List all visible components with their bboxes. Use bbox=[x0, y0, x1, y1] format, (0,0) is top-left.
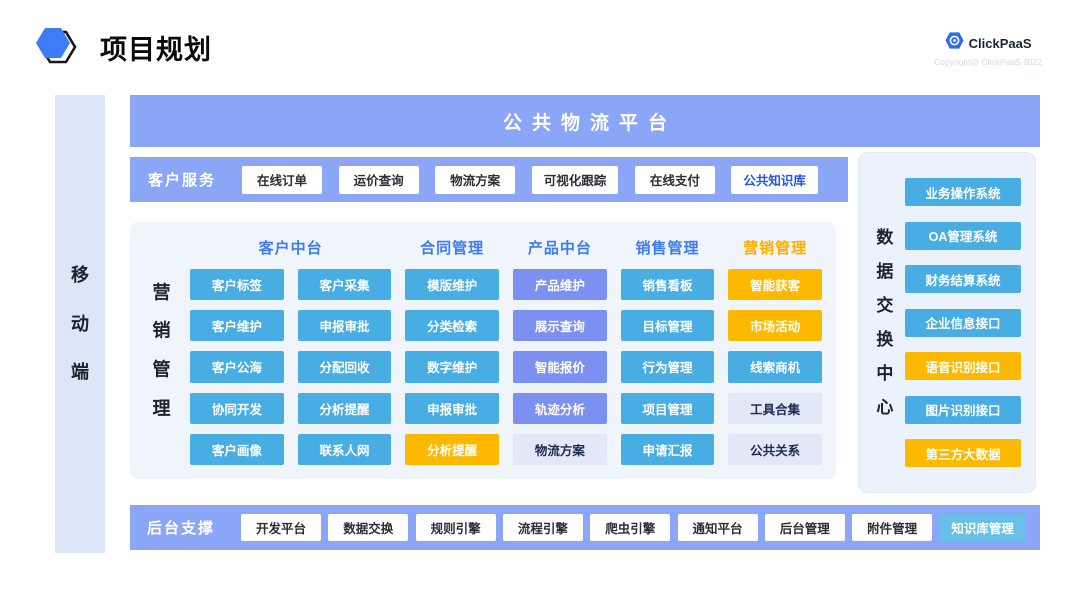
exchange-button[interactable]: 企业信息接口 bbox=[905, 309, 1021, 337]
module-cell[interactable]: 客户维护 bbox=[190, 310, 284, 341]
exchange-button[interactable]: 第三方大数据 bbox=[905, 439, 1021, 467]
customer-service-label: 客户服务 bbox=[148, 169, 216, 190]
customer-service-bar: 客户服务 在线订单 运价查询 物流方案 可视化跟踪 在线支付 公共知识库 bbox=[130, 157, 848, 202]
column-header: 客户中台 bbox=[190, 235, 391, 259]
module-cell[interactable]: 行为管理 bbox=[621, 351, 715, 382]
column-header: 销售管理 bbox=[621, 235, 715, 259]
mobile-rail: 移动端 bbox=[55, 95, 105, 553]
brand-name: ClickPaaS bbox=[969, 36, 1032, 51]
customer-service-button[interactable]: 可视化跟踪 bbox=[532, 166, 619, 194]
data-exchange-panel: 数据交换中心 业务操作系统 OA管理系统 财务结算系统 企业信息接口 语音识别接… bbox=[858, 152, 1036, 493]
exchange-button[interactable]: 业务操作系统 bbox=[905, 178, 1021, 206]
module-cell[interactable]: 分析提醒 bbox=[405, 434, 499, 465]
column-header: 合同管理 bbox=[405, 235, 499, 259]
module-cell[interactable]: 客户标签 bbox=[190, 269, 284, 300]
customer-service-button[interactable]: 物流方案 bbox=[435, 166, 515, 194]
page-title: 项目规划 bbox=[100, 28, 212, 67]
backend-button[interactable]: 后台管理 bbox=[765, 514, 845, 541]
module-cell[interactable]: 分类检索 bbox=[405, 310, 499, 341]
banner-title: 公共物流平台 bbox=[493, 108, 677, 135]
page: 项目规划 ClickPaaS Copyright@ ClickPaaS 2022… bbox=[0, 0, 1080, 608]
logistics-platform-banner: 公共物流平台 bbox=[130, 95, 1040, 147]
module-cell[interactable]: 协同开发 bbox=[190, 393, 284, 424]
module-cell[interactable]: 目标管理 bbox=[621, 310, 715, 341]
module-cell[interactable]: 产品维护 bbox=[513, 269, 607, 300]
module-cell[interactable]: 模版维护 bbox=[405, 269, 499, 300]
backend-support-label: 后台支撑 bbox=[147, 517, 215, 538]
exchange-button[interactable]: OA管理系统 bbox=[905, 222, 1021, 250]
module-cell[interactable]: 客户公海 bbox=[190, 351, 284, 382]
module-cell[interactable]: 分配回收 bbox=[298, 351, 392, 382]
backend-button-knowledge-management[interactable]: 知识库管理 bbox=[939, 514, 1026, 541]
module-cell[interactable]: 数字维护 bbox=[405, 351, 499, 382]
backend-support-buttons: 开发平台 数据交换 规则引擎 流程引擎 爬虫引擎 通知平台 后台管理 附件管理 … bbox=[241, 514, 1026, 541]
copyright-text: Copyright@ ClickPaaS 2022 bbox=[934, 57, 1042, 67]
module-cell[interactable]: 公共关系 bbox=[728, 434, 822, 465]
customer-service-buttons: 在线订单 运价查询 物流方案 可视化跟踪 在线支付 公共知识库 bbox=[242, 166, 818, 194]
customer-service-button[interactable]: 运价查询 bbox=[339, 166, 419, 194]
module-cell[interactable]: 申请汇报 bbox=[621, 434, 715, 465]
module-cell[interactable]: 线索商机 bbox=[728, 351, 822, 382]
marketing-side-label: 营销管理 bbox=[152, 273, 171, 428]
module-cell[interactable]: 销售看板 bbox=[621, 269, 715, 300]
data-exchange-label: 数据交换中心 bbox=[876, 221, 894, 425]
module-cell[interactable]: 联系人网 bbox=[298, 434, 392, 465]
backend-button[interactable]: 开发平台 bbox=[241, 514, 321, 541]
backend-button[interactable]: 通知平台 bbox=[678, 514, 758, 541]
hexagon-logo-icon bbox=[33, 22, 83, 72]
module-cell[interactable]: 智能获客 bbox=[728, 269, 822, 300]
module-cell[interactable]: 市场活动 bbox=[728, 310, 822, 341]
module-cell[interactable]: 客户画像 bbox=[190, 434, 284, 465]
marketing-management-panel: 营销管理 客户中台 合同管理 产品中台 销售管理 营销管理 客户标签 客户采集 … bbox=[130, 222, 836, 479]
exchange-button[interactable]: 语音识别接口 bbox=[905, 352, 1021, 380]
backend-button[interactable]: 流程引擎 bbox=[503, 514, 583, 541]
customer-service-button-knowledge-base[interactable]: 公共知识库 bbox=[731, 166, 818, 194]
backend-button[interactable]: 数据交换 bbox=[328, 514, 408, 541]
customer-service-button[interactable]: 在线支付 bbox=[635, 166, 715, 194]
clickpaas-logo-icon bbox=[945, 31, 964, 55]
module-grid: 客户中台 合同管理 产品中台 销售管理 营销管理 客户标签 客户采集 模版维护 … bbox=[190, 235, 822, 465]
module-cell[interactable]: 工具合集 bbox=[728, 393, 822, 424]
module-cell[interactable]: 智能报价 bbox=[513, 351, 607, 382]
exchange-button[interactable]: 图片识别接口 bbox=[905, 396, 1021, 424]
module-cell[interactable]: 展示查询 bbox=[513, 310, 607, 341]
module-cell[interactable]: 分析提醒 bbox=[298, 393, 392, 424]
module-cell[interactable]: 申报审批 bbox=[405, 393, 499, 424]
column-header: 营销管理 bbox=[728, 235, 822, 259]
exchange-button[interactable]: 财务结算系统 bbox=[905, 265, 1021, 293]
customer-service-button[interactable]: 在线订单 bbox=[242, 166, 322, 194]
brand-block: ClickPaaS Copyright@ ClickPaaS 2022 bbox=[934, 31, 1042, 67]
data-exchange-buttons: 业务操作系统 OA管理系统 财务结算系统 企业信息接口 语音识别接口 图片识别接… bbox=[905, 178, 1021, 467]
mobile-rail-label: 移动端 bbox=[71, 251, 90, 397]
backend-support-bar: 后台支撑 开发平台 数据交换 规则引擎 流程引擎 爬虫引擎 通知平台 后台管理 … bbox=[130, 505, 1040, 550]
module-cell[interactable]: 物流方案 bbox=[513, 434, 607, 465]
backend-button[interactable]: 规则引擎 bbox=[416, 514, 496, 541]
module-cell[interactable]: 申报审批 bbox=[298, 310, 392, 341]
module-cell[interactable]: 客户采集 bbox=[298, 269, 392, 300]
backend-button[interactable]: 爬虫引擎 bbox=[590, 514, 670, 541]
backend-button[interactable]: 附件管理 bbox=[852, 514, 932, 541]
module-cell[interactable]: 项目管理 bbox=[621, 393, 715, 424]
column-header: 产品中台 bbox=[513, 235, 607, 259]
module-cell[interactable]: 轨迹分析 bbox=[513, 393, 607, 424]
